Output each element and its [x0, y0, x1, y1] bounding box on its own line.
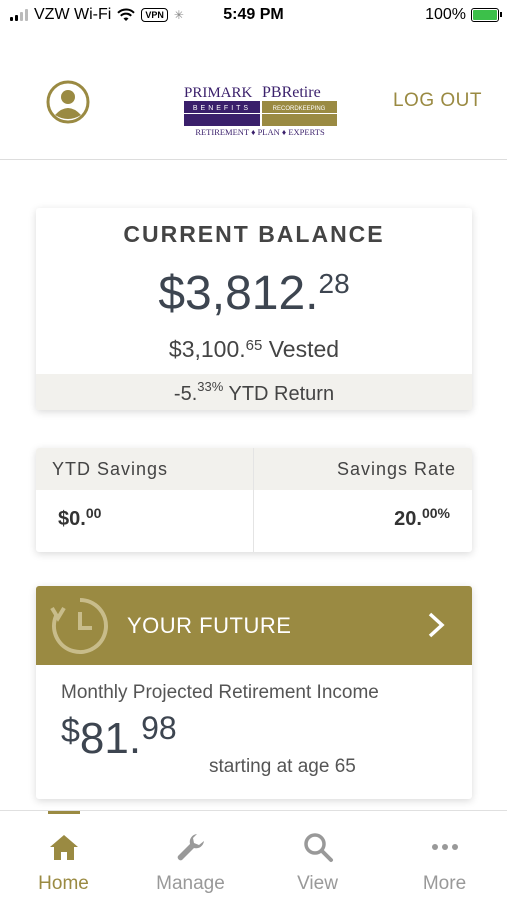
tab-more-label: More — [422, 873, 467, 894]
tab-manage-label: Manage — [156, 873, 225, 894]
vested-balance: $3,100.65 Vested — [36, 336, 472, 363]
status-bar: VZW Wi-Fi VPN ✳ 5:49 PM 100% — [0, 0, 507, 30]
logout-button[interactable]: LOG OUT — [393, 90, 482, 112]
future-card[interactable]: YOUR FUTURE Monthly Projected Retirement… — [36, 586, 472, 799]
profile-icon[interactable] — [45, 79, 91, 125]
ytd-savings-panel: YTD Savings $0.00 — [36, 448, 254, 552]
status-right: 100% — [425, 6, 502, 24]
active-tab-indicator — [48, 811, 80, 814]
tab-home-label: Home — [38, 873, 89, 894]
battery-percent: 100% — [425, 6, 466, 23]
ytd-savings-value: $0.00 — [36, 490, 253, 549]
tab-more[interactable]: More — [381, 811, 507, 900]
retirement-age-label: starting at age 65 — [209, 756, 356, 777]
app-header: PRIMARK PBRetire BENEFITS RECORDKEEPING … — [0, 60, 507, 160]
ytd-return-main: -5. — [173, 383, 198, 405]
vested-dollars: $3,100. — [168, 336, 246, 362]
tab-manage[interactable]: Manage — [127, 811, 254, 900]
tab-view[interactable]: View — [254, 811, 381, 900]
future-title: YOUR FUTURE — [127, 613, 292, 638]
monthly-dollars: 81. — [79, 714, 142, 763]
savings-rate-panel: Savings Rate 20.00% — [254, 448, 472, 552]
chevron-right-icon[interactable] — [424, 610, 448, 640]
balance-cents: 28 — [318, 268, 350, 299]
savings-card[interactable]: YTD Savings $0.00 Savings Rate 20.00% — [36, 448, 472, 552]
tab-home[interactable]: Home — [0, 811, 127, 900]
savings-rate-main: 20. — [394, 508, 422, 530]
clock-history-icon — [50, 598, 108, 654]
ytd-return-bar: -5.33% YTD Return — [36, 374, 472, 410]
logo-tagline-visible: RETIREMENT ♦ PLAN ♦ EXPERTS — [195, 127, 325, 137]
search-icon — [304, 833, 333, 862]
more-icon — [432, 844, 458, 850]
monthly-cents: 98 — [141, 710, 177, 746]
balance-card[interactable]: CURRENT BALANCE $3,812.28 $3,100.65 Vest… — [36, 208, 472, 410]
savings-rate-decimal: 00% — [421, 505, 450, 521]
vested-label: Vested — [262, 336, 340, 362]
battery-icon — [471, 8, 502, 22]
home-icon — [50, 835, 78, 860]
tab-bar: Home Manage View More — [0, 810, 507, 900]
ytd-return: -5.33% YTD Return — [173, 379, 335, 405]
tab-view-label: View — [297, 873, 338, 894]
ytd-return-label: YTD Return — [223, 383, 335, 405]
balance-title: CURRENT BALANCE — [123, 221, 385, 247]
company-logo: PRIMARK PBRetire BENEFITS RECORDKEEPING … — [184, 84, 337, 137]
ytd-return-decimal: 33% — [197, 379, 224, 394]
vested-cents: 65 — [245, 337, 263, 354]
future-banner[interactable]: YOUR FUTURE — [36, 586, 472, 665]
balance-amount: $3,812.28 — [36, 266, 472, 321]
logo-primark: PRIMARK — [184, 85, 253, 101]
logo-benefits: BENEFITS — [193, 105, 251, 112]
ytd-savings-label: YTD Savings — [36, 448, 253, 490]
savings-rate-label: Savings Rate — [254, 448, 472, 490]
balance-dollars: $3,812. — [158, 267, 319, 320]
monthly-income-label: Monthly Projected Retirement Income — [61, 682, 379, 703]
wrench-icon — [177, 834, 204, 861]
logo-pbretire: PBRetire — [262, 84, 321, 101]
monthly-currency: $ — [61, 712, 80, 750]
logo-recordkeeping: RECORDKEEPING — [273, 106, 326, 112]
ytd-savings-cents: 00 — [85, 505, 102, 521]
savings-rate-value: 20.00% — [254, 490, 472, 549]
monthly-income-amount: $81.98 — [61, 710, 177, 764]
ytd-savings-main: $0. — [58, 508, 86, 530]
